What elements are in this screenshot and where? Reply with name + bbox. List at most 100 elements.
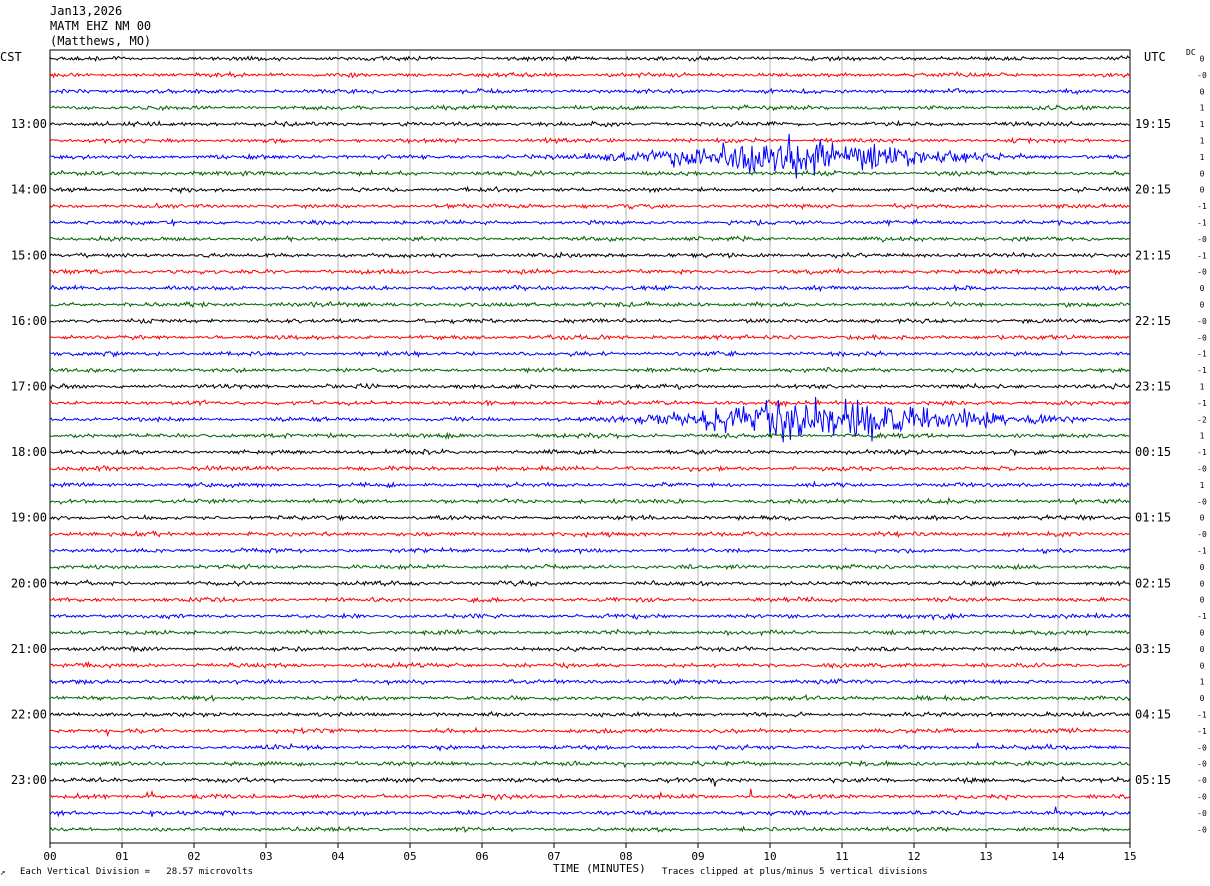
dc-offset-label: -0 <box>1197 809 1207 818</box>
left-hour-label: 15:00 <box>11 248 47 262</box>
dc-offset-label: -1 <box>1197 612 1207 621</box>
right-hour-label: 01:15 <box>1135 511 1171 525</box>
seismic-trace <box>49 267 1131 276</box>
x-tick-label: 14 <box>1051 850 1065 863</box>
seismic-trace <box>49 300 1131 309</box>
seismic-trace <box>49 464 1131 473</box>
seismic-trace <box>49 333 1131 341</box>
seismic-trace <box>49 742 1131 752</box>
dc-offset-label: 0 <box>1200 55 1205 64</box>
seismic-trace <box>49 788 1131 801</box>
seismic-trace <box>49 677 1131 686</box>
left-hour-label: 22:00 <box>11 708 47 722</box>
dc-offset-label: -1 <box>1197 219 1207 228</box>
dc-offset-label: 1 <box>1200 153 1205 162</box>
dc-offset-label: -1 <box>1197 350 1207 359</box>
dc-offset-label: 0 <box>1200 694 1205 703</box>
left-hour-label: 17:00 <box>11 380 47 394</box>
seismogram-chart: 00 01 02 03 04 05 06 07 08 09 10 11 12 13 14 150-001111… <box>11 49 1207 863</box>
dc-offset-label: 1 <box>1200 432 1205 441</box>
seismic-trace <box>49 218 1131 228</box>
right-hour-label: 00:15 <box>1135 445 1171 459</box>
dc-offset-label: -0 <box>1197 333 1207 342</box>
dc-offset-label: -2 <box>1197 415 1207 424</box>
seismic-trace <box>49 579 1131 588</box>
left-hour-label: 20:00 <box>11 576 47 590</box>
dc-offset-label: 1 <box>1200 481 1205 490</box>
dc-offset-label: -0 <box>1197 465 1207 474</box>
seismic-trace <box>49 70 1131 79</box>
x-tick-label: 03 <box>259 850 272 863</box>
dc-offset-label: 1 <box>1200 120 1205 129</box>
dc-offset-label: -0 <box>1197 776 1207 785</box>
dc-offset-label: -1 <box>1197 547 1207 556</box>
x-tick-label: 13 <box>979 850 992 863</box>
seismic-trace <box>49 480 1131 489</box>
x-tick-label: 01 <box>115 850 128 863</box>
dc-offset-label: -0 <box>1197 268 1207 277</box>
dc-offset-label: 0 <box>1200 629 1205 638</box>
seismic-trace <box>49 726 1131 738</box>
right-hour-label: 02:15 <box>1135 576 1171 590</box>
dc-offset-label: -1 <box>1197 399 1207 408</box>
right-hour-label: 22:15 <box>1135 314 1171 328</box>
x-tick-label: 15 <box>1123 850 1136 863</box>
dc-offset-label: 0 <box>1200 284 1205 293</box>
seismic-trace <box>49 382 1131 391</box>
x-tick-label: 09 <box>691 850 704 863</box>
right-hour-label: 23:15 <box>1135 380 1171 394</box>
dc-offset-label: 0 <box>1200 563 1205 572</box>
seismic-trace <box>49 710 1131 718</box>
left-hour-label: 18:00 <box>11 445 47 459</box>
seismic-trace <box>49 660 1131 670</box>
seismic-trace <box>49 546 1131 555</box>
seismic-trace <box>49 513 1131 522</box>
dc-offset-label: 0 <box>1200 579 1205 588</box>
seismic-trace <box>49 563 1131 571</box>
seismic-trace <box>49 234 1131 243</box>
seismic-trace <box>49 350 1131 358</box>
seismic-trace <box>49 759 1131 769</box>
seismic-trace <box>49 185 1131 195</box>
dc-offset-label: 0 <box>1200 645 1205 654</box>
left-hour-label: 19:00 <box>11 511 47 525</box>
x-tick-label: 04 <box>331 850 345 863</box>
x-tick-label: 12 <box>907 850 920 863</box>
x-axis-label: TIME (MINUTES) <box>553 862 646 875</box>
dc-offset-label: -0 <box>1197 793 1207 802</box>
seismic-trace <box>49 431 1130 440</box>
left-hour-label: 14:00 <box>11 183 47 197</box>
right-hour-label: 03:15 <box>1135 642 1171 656</box>
corner-mark: ↗ <box>0 868 6 878</box>
seismic-trace <box>49 283 1131 293</box>
dc-offset-label: 0 <box>1200 87 1205 96</box>
dc-offset-label: -1 <box>1197 448 1207 457</box>
right-hour-label: 20:15 <box>1135 183 1171 197</box>
seismic-trace <box>49 169 1130 177</box>
dc-offset-label: -1 <box>1197 202 1207 211</box>
dc-offset-label: 0 <box>1200 661 1205 670</box>
seismic-trace <box>49 775 1131 787</box>
vertical-division-note: Each Vertical Division = 28.57 microvolt… <box>20 867 253 877</box>
seismic-trace <box>49 611 1131 621</box>
clip-note: Traces clipped at plus/minus 5 vertical … <box>662 867 928 877</box>
x-tick-label: 05 <box>403 850 416 863</box>
dc-offset-label: -1 <box>1197 711 1207 720</box>
seismic-trace <box>49 496 1131 506</box>
dc-offset-label: -0 <box>1197 530 1207 539</box>
dc-offset-label: -1 <box>1197 366 1207 375</box>
right-hour-label: 05:15 <box>1135 773 1171 787</box>
dc-offset-label: 1 <box>1200 104 1205 113</box>
seismic-trace <box>49 693 1131 702</box>
dc-offset-label: 0 <box>1200 186 1205 195</box>
x-tick-label: 10 <box>763 850 776 863</box>
left-hour-label: 16:00 <box>11 314 47 328</box>
x-tick-label: 00 <box>43 850 56 863</box>
left-hour-label: 21:00 <box>11 642 47 656</box>
right-hour-label: 19:15 <box>1135 117 1171 131</box>
dc-offset-label: -0 <box>1197 760 1207 769</box>
dc-offset-label: -0 <box>1197 497 1207 506</box>
dc-offset-label: 0 <box>1200 169 1205 178</box>
seismic-trace <box>49 398 1131 408</box>
dc-offset-label: 1 <box>1200 137 1205 146</box>
